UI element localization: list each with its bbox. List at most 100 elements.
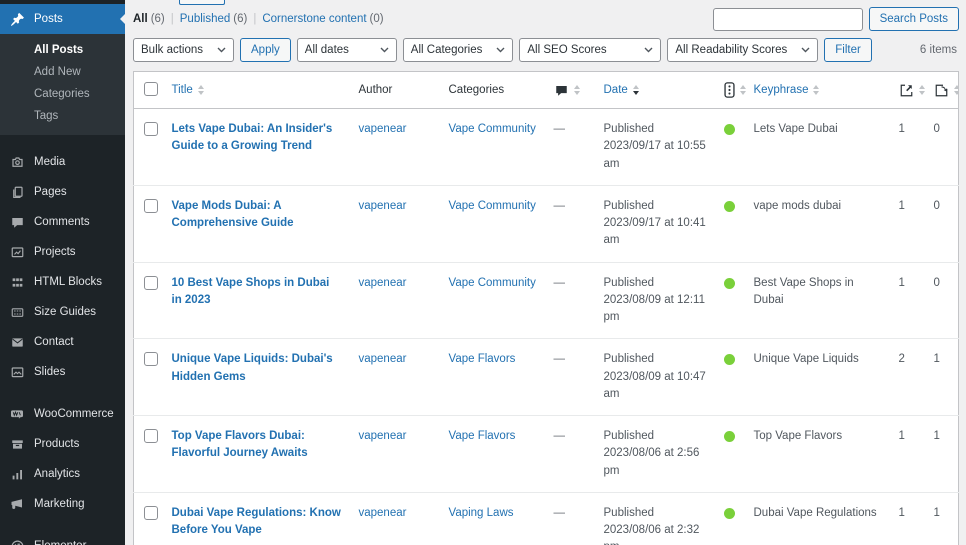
- sidebar-item-size-guides[interactable]: Size Guides: [0, 297, 125, 327]
- add-new-button-partial[interactable]: [179, 0, 225, 5]
- sidebar-subitem-tags[interactable]: Tags: [0, 105, 125, 127]
- search-input[interactable]: [712, 7, 863, 31]
- category-link[interactable]: Vape Community: [449, 123, 536, 135]
- sidebar-item-pages[interactable]: Pages: [0, 177, 125, 207]
- sidebar-item-slides[interactable]: Slides: [0, 357, 125, 387]
- post-date: 2023/08/06 at 2:56 pm: [603, 447, 700, 477]
- sidebar-item-media[interactable]: Media: [0, 147, 125, 177]
- readability-scores-select[interactable]: All Readability Scores: [667, 38, 819, 62]
- sidebar-item-comments[interactable]: Comments: [0, 207, 125, 237]
- date-cell: Published 2023/09/17 at 10:41 am: [596, 185, 716, 262]
- view-filter-links: All(6)Published(6)Cornerstone content(0): [133, 13, 384, 25]
- outgoing-links-cell: 0: [926, 185, 959, 262]
- keyphrase-text: Lets Vape Dubai: [753, 123, 838, 135]
- post-title-link[interactable]: Unique Vape Liquids: Dubai's Hidden Gems: [172, 351, 343, 386]
- post-title-link[interactable]: 10 Best Vape Shops in Dubai in 2023: [172, 275, 343, 310]
- sort-arrows-icon: [918, 85, 925, 95]
- incoming-links-cell: 1: [891, 262, 926, 339]
- author-cell: vapenear: [351, 492, 441, 545]
- row-checkbox-cell: [134, 416, 164, 493]
- sidebar-item-elementor[interactable]: Elementor: [0, 531, 125, 545]
- row-checkbox[interactable]: [144, 122, 158, 136]
- sidebar-subitem-categories[interactable]: Categories: [0, 83, 125, 105]
- date-cell: Published 2023/08/06 at 2:32 pm: [596, 492, 716, 545]
- post-status: Published: [603, 430, 655, 442]
- incoming-links-count: 1: [898, 506, 905, 519]
- seo-score-dot: [723, 124, 735, 135]
- sidebar-item-woocommerce[interactable]: WooCommerce: [0, 399, 125, 429]
- comments-cell: —: [546, 109, 596, 186]
- search-posts-button[interactable]: Search Posts: [868, 7, 959, 31]
- view-all[interactable]: All (6): [133, 13, 180, 25]
- categories-select[interactable]: All Categories: [402, 38, 514, 62]
- seo-scores-label: All SEO Scores: [527, 44, 607, 56]
- column-header-keyphrase[interactable]: Keyphrase: [745, 71, 891, 109]
- seo-score-dot: [723, 200, 735, 212]
- category-link[interactable]: Vape Community: [449, 277, 536, 289]
- table-row: Lets Vape Dubai: An Insider's Guide to a…: [134, 109, 959, 186]
- sidebar-item-posts[interactable]: Posts: [0, 4, 125, 34]
- category-link[interactable]: Vape Flavors: [449, 353, 516, 365]
- outgoing-links-icon: [934, 83, 949, 98]
- posts-submenu: All Posts Add New Categories Tags: [0, 34, 125, 135]
- chevron-down-icon: [380, 47, 389, 53]
- column-label: Keyphrase: [753, 84, 809, 96]
- keyphrase-text: Top Vape Flavors: [753, 430, 843, 442]
- post-title-link[interactable]: Lets Vape Dubai: An Insider's Guide to a…: [172, 121, 343, 156]
- sidebar-item-analytics[interactable]: Analytics: [0, 459, 125, 489]
- author-link[interactable]: vapenear: [359, 507, 407, 519]
- bulk-actions-select[interactable]: Bulk actions: [133, 38, 235, 62]
- dates-select[interactable]: All dates: [296, 38, 397, 62]
- post-title-link[interactable]: Dubai Vape Regulations: Know Before You …: [172, 505, 343, 540]
- sidebar-subitem-add-new[interactable]: Add New: [0, 61, 125, 83]
- select-all-checkbox[interactable]: [144, 82, 158, 96]
- outgoing-links-cell: 1: [926, 416, 959, 493]
- menu-separator: [0, 135, 125, 147]
- row-checkbox[interactable]: [144, 275, 158, 290]
- projects-icon: [9, 244, 25, 260]
- sidebar-item-label: HTML Blocks: [34, 276, 102, 288]
- seo-scores-select[interactable]: All SEO Scores: [519, 38, 662, 62]
- date-cell: Published 2023/08/06 at 2:56 pm: [596, 416, 716, 493]
- post-title-link[interactable]: Top Vape Flavors Dubai: Flavorful Journe…: [172, 428, 343, 463]
- chevron-down-icon: [801, 47, 810, 53]
- sidebar-item-projects[interactable]: Projects: [0, 237, 125, 267]
- column-header-comments[interactable]: [545, 71, 596, 109]
- author-link[interactable]: vapenear: [359, 277, 407, 289]
- category-link[interactable]: Vape Community: [449, 200, 536, 212]
- author-link[interactable]: vapenear: [359, 430, 407, 442]
- column-header-title[interactable]: Title: [163, 71, 351, 109]
- sidebar-item-contact[interactable]: Contact: [0, 327, 125, 357]
- column-header-date[interactable]: Date: [595, 71, 716, 109]
- view-published[interactable]: Published (6): [180, 13, 263, 25]
- post-title-link[interactable]: Vape Mods Dubai: A Comprehensive Guide: [172, 198, 343, 233]
- row-checkbox[interactable]: [144, 198, 158, 213]
- category-link[interactable]: Vaping Laws: [449, 507, 514, 519]
- sidebar-item-html-blocks[interactable]: HTML Blocks: [0, 267, 125, 297]
- keyphrase-cell: Top Vape Flavors: [746, 416, 891, 493]
- keyphrase-text: Unique Vape Liquids: [753, 353, 859, 366]
- author-link[interactable]: vapenear: [359, 123, 407, 135]
- column-header-seo[interactable]: [715, 71, 746, 109]
- view-count: (6): [233, 13, 248, 25]
- sidebar-subitem-all-posts[interactable]: All Posts: [0, 39, 125, 61]
- category-link[interactable]: Vape Flavors: [449, 430, 516, 442]
- author-link[interactable]: vapenear: [359, 200, 407, 212]
- column-header-links_in[interactable]: [890, 71, 926, 109]
- filter-button[interactable]: Filter: [824, 38, 872, 62]
- row-checkbox[interactable]: [144, 352, 158, 367]
- column-header-cb[interactable]: [133, 71, 164, 109]
- row-checkbox[interactable]: [144, 505, 158, 520]
- table-row: Dubai Vape Regulations: Know Before You …: [133, 492, 959, 545]
- apply-button[interactable]: Apply: [240, 38, 291, 62]
- view-cornerstone-content[interactable]: Cornerstone content (0): [262, 13, 383, 25]
- sidebar-item-marketing[interactable]: Marketing: [0, 489, 125, 519]
- incoming-links-cell: 1: [891, 416, 926, 493]
- sidebar-item-products[interactable]: Products: [0, 429, 125, 459]
- row-checkbox[interactable]: [144, 429, 158, 443]
- sidebar-item-label: Posts: [34, 13, 63, 25]
- post-date: 2023/09/17 at 10:55 am: [603, 140, 706, 170]
- column-header-links_out[interactable]: [925, 71, 959, 109]
- author-link[interactable]: vapenear: [359, 353, 407, 365]
- seo-score-cell: [716, 416, 746, 493]
